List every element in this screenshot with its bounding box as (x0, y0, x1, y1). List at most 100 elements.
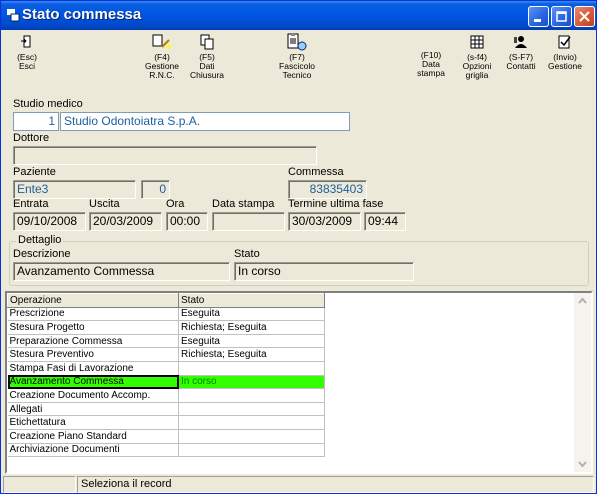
operazione-cell-focused[interactable]: Avanzamento Commessa (7, 375, 179, 390)
data-stampa-field[interactable] (212, 212, 285, 231)
operazione-cell[interactable]: Creazione Piano Standard (7, 429, 179, 444)
sf7-label: Contatti (506, 61, 536, 71)
operazione-cell[interactable]: Stesura Preventivo (7, 347, 179, 362)
esc-label: Esci (18, 61, 36, 71)
scroll-down-button[interactable] (574, 455, 591, 472)
gestione-button[interactable]: (Invio) Gestione (545, 32, 585, 71)
stato-cell[interactable] (178, 402, 325, 417)
stato-cell[interactable] (178, 415, 325, 430)
operazione-cell[interactable]: Creazione Documento Accomp. (7, 388, 179, 403)
table-row-selected[interactable]: Avanzamento Commessa In corso (7, 375, 325, 390)
stato-cell[interactable]: Richiesta; Eseguita (178, 320, 325, 335)
dottore-label: Dottore (13, 132, 50, 144)
sf4-label: Opzioni griglia (462, 61, 492, 80)
uscita-label: Uscita (89, 198, 120, 210)
ora-label: Ora (166, 198, 185, 210)
dottore-field[interactable] (13, 146, 317, 165)
table-row[interactable]: Archiviazione Documenti (7, 443, 325, 458)
table-row[interactable]: Creazione Piano Standard (7, 429, 325, 444)
stato-cell[interactable] (178, 429, 325, 444)
copy-pages-icon (200, 34, 214, 50)
table-row[interactable]: Stesura Progetto Richiesta; Eseguita (7, 320, 325, 335)
table-row[interactable]: Allegati (7, 402, 325, 417)
close-button[interactable] (574, 6, 595, 27)
operazione-cell[interactable]: Archiviazione Documenti (7, 443, 179, 458)
table-row[interactable]: Preparazione Commessa Eseguita (7, 334, 325, 349)
table-row[interactable]: Creazione Documento Accomp. (7, 388, 325, 403)
operazione-cell[interactable]: Stampa Fasi di Lavorazione (7, 361, 179, 376)
stato-field[interactable]: In corso (234, 262, 414, 281)
f5-label: Dati Chiusura (189, 61, 225, 80)
data-stampa-button[interactable]: (F10) Data stampa (411, 50, 451, 78)
stato-label: Stato (234, 248, 260, 260)
termine-date-field[interactable]: 30/03/2009 (288, 212, 361, 231)
operazione-cell[interactable]: Prescrizione (7, 307, 179, 322)
data-stampa-label: Data stampa (212, 198, 275, 210)
clipboard-search-icon (287, 33, 307, 51)
table-row[interactable]: Prescrizione Eseguita (7, 307, 325, 322)
entrata-label: Entrata (13, 198, 49, 210)
exit-door-icon (21, 35, 31, 48)
minimize-icon (534, 19, 541, 22)
status-left-pane (3, 476, 76, 493)
operazione-cell[interactable]: Preparazione Commessa (7, 334, 179, 349)
table-row[interactable]: Etichettatura (7, 415, 325, 430)
commessa-field[interactable]: 83835403 (288, 180, 367, 199)
table-row[interactable]: Stampa Fasi di Lavorazione (7, 361, 325, 376)
f4-label: Gestione R.N.C. (144, 61, 180, 80)
window-title: Stato commessa (22, 6, 142, 23)
scroll-down-icon (578, 461, 587, 468)
descrizione-label: Descrizione (13, 248, 71, 260)
dettaglio-group-label: Dettaglio (16, 234, 64, 246)
stato-cell[interactable]: Richiesta; Eseguita (178, 347, 325, 362)
entrata-field[interactable]: 09/10/2008 (13, 212, 86, 231)
title-bar: Stato commessa (1, 1, 596, 30)
termine-time-field[interactable]: 09:44 (364, 212, 406, 231)
operazione-cell[interactable]: Allegati (7, 402, 179, 417)
close-icon (579, 11, 590, 22)
minimize-button[interactable] (528, 6, 549, 27)
paziente-field[interactable]: Ente3 (13, 180, 136, 199)
operazione-cell[interactable]: Etichettatura (7, 415, 179, 430)
stato-cell[interactable] (178, 361, 325, 376)
stato-header[interactable]: Stato (178, 293, 325, 308)
paziente-number-field[interactable]: 0 (141, 180, 170, 199)
contatti-button[interactable]: (S-F7) Contatti (501, 32, 541, 71)
stato-cell[interactable]: In corso (178, 375, 325, 390)
dati-chiusura-button[interactable]: (F5) Dati Chiusura (187, 32, 227, 80)
app-icon (7, 9, 20, 22)
vertical-scrollbar[interactable] (574, 293, 591, 472)
stato-commessa-window: Stato commessa (Esc) Esci (F4) Gestione R.… (0, 0, 597, 494)
magnifier-edit-icon (152, 34, 171, 49)
grid-header-row: Operazione Stato (7, 293, 325, 308)
uscita-field[interactable]: 20/03/2009 (89, 212, 162, 231)
operations-table: Operazione Stato Prescrizione Eseguita St… (7, 293, 325, 458)
descrizione-field[interactable]: Avanzamento Commessa (13, 262, 230, 281)
maximize-icon (556, 11, 567, 22)
table-row[interactable]: Stesura Preventivo Richiesta; Eseguita (7, 347, 325, 362)
operazione-header[interactable]: Operazione (7, 293, 179, 308)
f7-label: Fascicolo Tecnico (279, 61, 315, 80)
ora-field[interactable]: 00:00 (166, 212, 208, 231)
stato-cell[interactable] (178, 443, 325, 458)
contacts-icon (514, 36, 527, 48)
opzioni-griglia-button[interactable]: (s-f4) Opzioni griglia (457, 32, 497, 80)
stato-cell[interactable] (178, 388, 325, 403)
gestione-rnc-button[interactable]: (F4) Gestione R.N.C. (141, 32, 183, 80)
f10-label: Data stampa (417, 59, 445, 78)
esc-exit-button[interactable]: (Esc) Esci (7, 32, 47, 71)
status-message: Seleziona il record (77, 476, 594, 493)
maximize-button[interactable] (551, 6, 572, 27)
operations-grid[interactable]: Operazione Stato Prescrizione Eseguita St… (5, 291, 593, 474)
scroll-up-icon (578, 297, 587, 304)
scroll-up-button[interactable] (574, 293, 591, 310)
stato-cell[interactable]: Eseguita (178, 307, 325, 322)
operazione-cell[interactable]: Stesura Progetto (7, 320, 179, 335)
invio-label: Gestione (547, 61, 583, 71)
stato-cell[interactable]: Eseguita (178, 334, 325, 349)
studio-code-field[interactable]: 1 (13, 112, 59, 131)
studio-name-field[interactable]: Studio Odontoiatra S.p.A. (60, 112, 350, 131)
fascicolo-tecnico-button[interactable]: (F7) Fascicolo Tecnico (273, 32, 321, 80)
paziente-label: Paziente (13, 166, 56, 178)
toolbar: (Esc) Esci (F4) Gestione R.N.C. (F5) Dati C… (1, 30, 596, 87)
